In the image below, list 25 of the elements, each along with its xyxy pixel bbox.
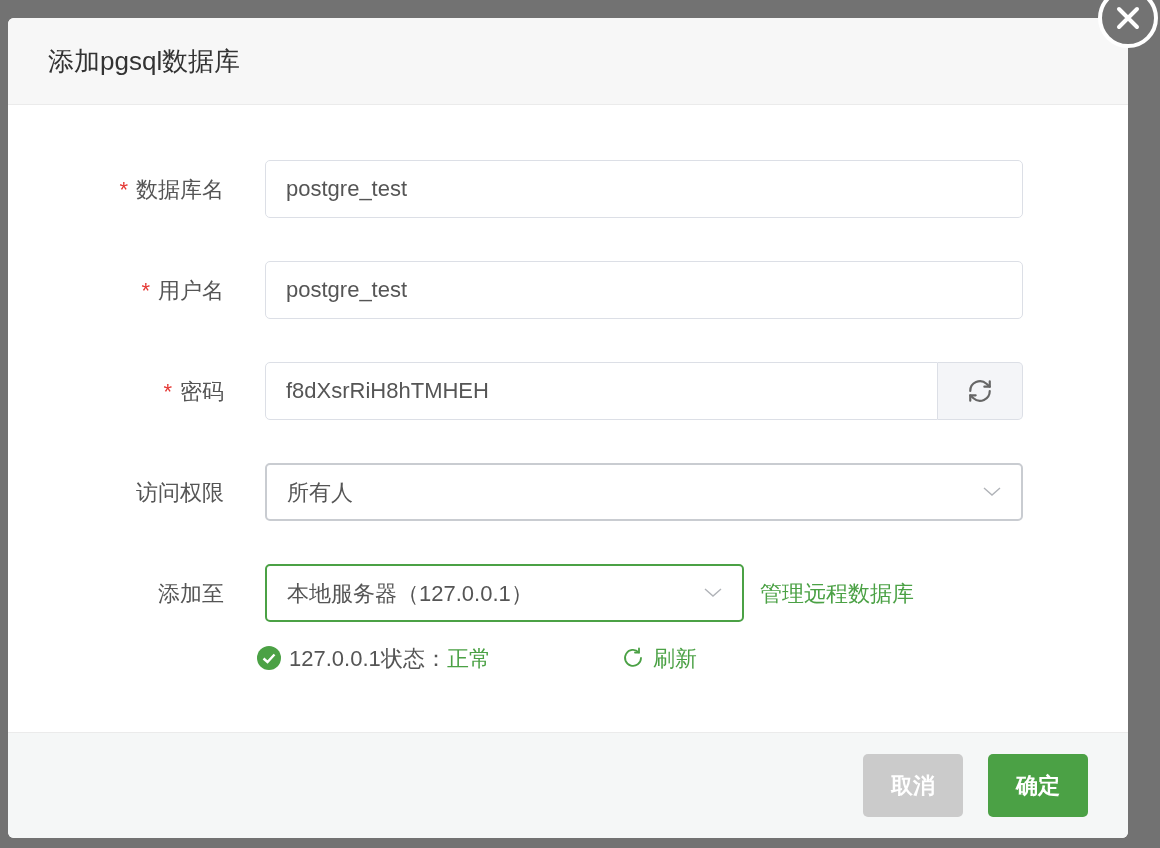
required-mark: * [163,377,172,406]
select-field[interactable]: 本地服务器（127.0.0.1） [265,564,744,622]
required-mark: * [141,276,150,305]
chevron-down-icon [704,588,722,598]
regenerate-button[interactable] [938,362,1023,420]
close-button[interactable] [1098,0,1158,48]
refresh-icon [967,378,993,404]
chevron-down-icon [983,487,1001,497]
select-value: 本地服务器（127.0.0.1） [287,579,533,608]
field-label: 密码 [180,377,224,406]
select-field[interactable]: 所有人 [265,463,1023,521]
close-icon [1116,6,1140,30]
password-field[interactable]: f8dXsrRiH8hTMHEH [265,362,938,420]
field-label: 用户名 [158,276,224,305]
required-mark: * [119,175,128,204]
dialog-title: 添加pgsql数据库 [48,44,241,78]
text-field[interactable]: postgre_test [265,160,1023,218]
status-value: 正常 [446,644,491,673]
field-label: 添加至 [158,579,224,608]
field-label: 数据库名 [136,175,224,204]
text-field[interactable]: postgre_test [265,261,1023,319]
check-circle-icon [257,646,281,670]
status-label: 127.0.0.1状态： [289,644,447,673]
select-value: 所有人 [287,478,353,507]
field-label: 访问权限 [136,478,224,507]
